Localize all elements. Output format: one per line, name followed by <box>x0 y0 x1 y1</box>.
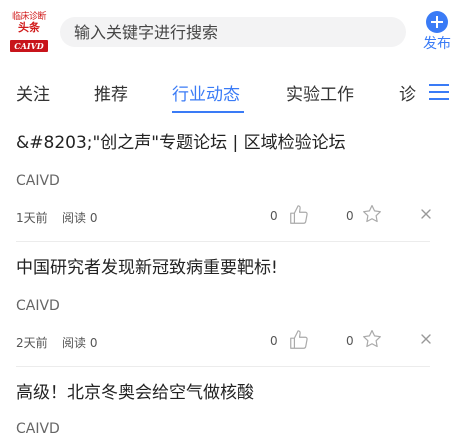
divider <box>16 366 430 367</box>
list-item[interactable]: 中国研究者发现新冠致病重要靶标! CAIVD 2天前 阅读 0 0 0 <box>16 257 433 352</box>
article-source: CAIVD <box>16 298 60 314</box>
article-source: CAIVD <box>16 421 60 437</box>
article-time: 2天前 <box>16 336 48 350</box>
article-title[interactable]: &#8203;"创之声"专题论坛 | 区域检验论坛 <box>16 132 430 154</box>
like-count: 0 <box>270 334 278 348</box>
thumbs-up-icon[interactable] <box>288 329 310 351</box>
article-meta: 2天前 阅读 0 0 0 <box>16 329 433 352</box>
divider <box>16 241 430 242</box>
favorite-count: 0 <box>346 334 354 348</box>
article-reads: 阅读 0 <box>62 336 98 350</box>
list-item[interactable]: 高级！北京冬奥会给空气做核酸 CAIVD <box>16 382 430 438</box>
category-tabs: 关注 推荐 行业动态 实验工作 诊 <box>0 70 458 114</box>
publish-button[interactable]: 发布 <box>419 11 455 57</box>
favorite-count: 0 <box>346 209 354 223</box>
list-item[interactable]: &#8203;"创之声"专题论坛 | 区域检验论坛 CAIVD 1天前 阅读 0… <box>16 132 433 227</box>
tab-industry-news[interactable]: 行业动态 <box>172 80 240 105</box>
star-icon[interactable] <box>361 203 383 225</box>
tab-diagnosis-partial[interactable]: 诊 <box>399 80 416 105</box>
tab-lab-work[interactable]: 实验工作 <box>286 80 354 105</box>
logo-line2: 头条 <box>18 21 40 34</box>
logo-badge: CAIVD <box>10 40 48 52</box>
search-box[interactable] <box>60 17 406 47</box>
plus-circle-icon <box>426 11 448 33</box>
thumbs-up-icon[interactable] <box>288 204 310 226</box>
close-icon[interactable] <box>419 207 433 221</box>
active-tab-indicator <box>172 111 244 113</box>
like-count: 0 <box>270 209 278 223</box>
article-title[interactable]: 高级！北京冬奥会给空气做核酸 <box>16 382 430 404</box>
article-source: CAIVD <box>16 173 60 189</box>
app-logo: 临床诊断 头条 CAIVD <box>8 12 50 52</box>
article-meta: 1天前 阅读 0 0 0 <box>16 204 433 227</box>
app-header: 临床诊断 头条 CAIVD 发布 <box>0 0 458 66</box>
hamburger-menu-icon[interactable] <box>429 82 449 100</box>
close-icon[interactable] <box>419 332 433 346</box>
article-reads: 阅读 0 <box>62 211 98 225</box>
tab-recommend[interactable]: 推荐 <box>94 80 128 105</box>
article-title[interactable]: 中国研究者发现新冠致病重要靶标! <box>16 257 430 279</box>
search-input[interactable] <box>74 17 394 47</box>
star-icon[interactable] <box>361 328 383 350</box>
tab-follow[interactable]: 关注 <box>16 80 50 105</box>
publish-label: 发布 <box>423 36 451 52</box>
article-time: 1天前 <box>16 211 48 225</box>
